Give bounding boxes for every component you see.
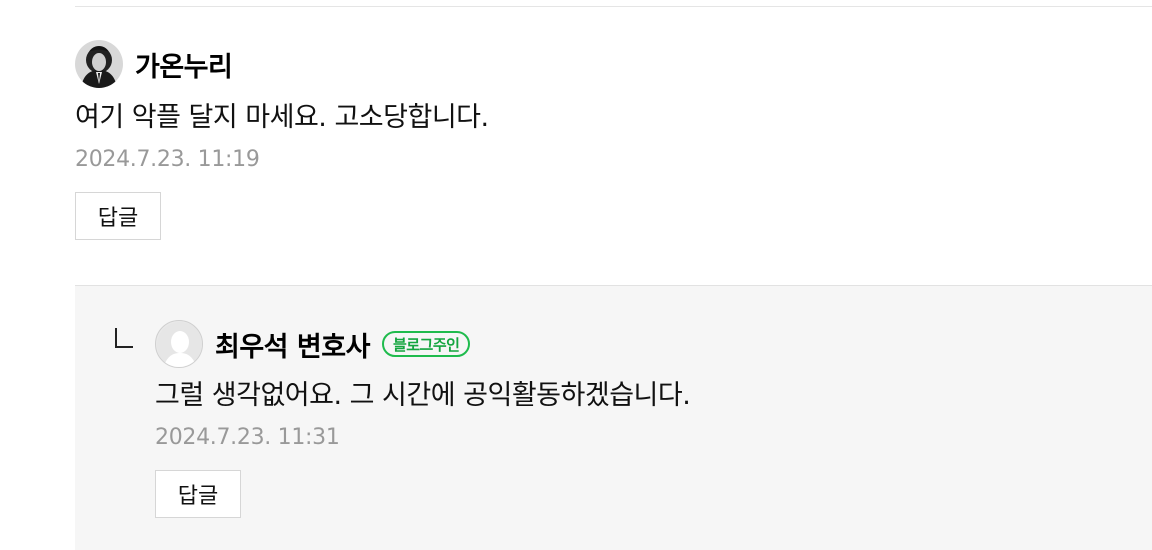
divider [75,6,1152,7]
nickname[interactable]: 가온누리 [135,45,233,84]
default-avatar-icon [157,322,202,367]
reply-date: 2024.7.23. 11:31 [155,425,340,450]
avatar[interactable] [75,40,123,88]
reply-author: 최우석 변호사 블로그주인 [155,320,1145,368]
comment-date: 2024.7.23. 11:19 [75,147,260,172]
reply-content: 최우석 변호사 블로그주인 그럴 생각없어요. 그 시간에 공익활동하겠습니다.… [155,320,1145,518]
comment-text: 여기 악플 달지 마세요. 고소당합니다. [75,102,489,133]
comment-item: 가온누리 여기 악플 달지 마세요. 고소당합니다. 2024.7.23. 11… [75,40,1152,240]
comment-section: 가온누리 여기 악플 달지 마세요. 고소당합니다. 2024.7.23. 11… [0,0,1152,550]
reply-button[interactable]: 답글 [75,192,161,240]
profile-photo-icon [75,40,123,88]
blog-owner-badge: 블로그주인 [381,331,471,357]
reply-item: 최우석 변호사 블로그주인 그럴 생각없어요. 그 시간에 공익활동하겠습니다.… [75,285,1152,550]
avatar[interactable] [155,320,203,368]
reply-text: 그럴 생각없어요. 그 시간에 공익활동하겠습니다. [155,380,691,411]
nickname[interactable]: 최우석 변호사 [215,325,370,364]
reply-indent-icon [115,328,133,348]
comment-author: 가온누리 [75,40,1152,88]
reply-button[interactable]: 답글 [155,470,241,518]
